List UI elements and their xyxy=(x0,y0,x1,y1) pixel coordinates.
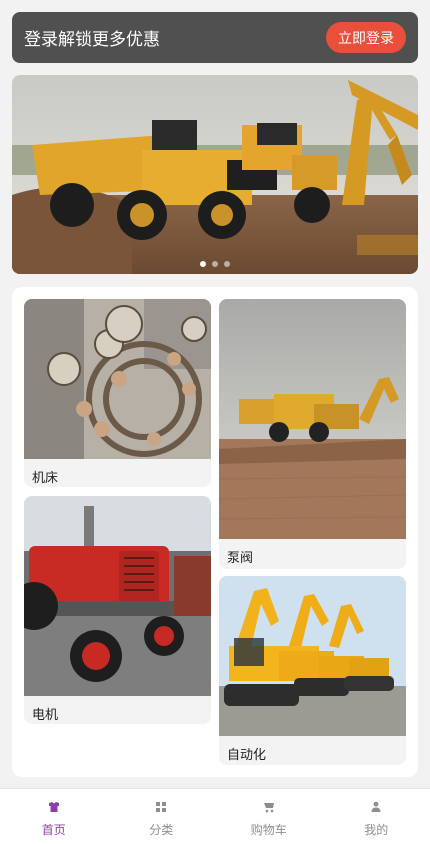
category-card-automation[interactable]: 自动化 xyxy=(219,576,406,765)
user-icon xyxy=(371,801,381,812)
pump-valve-image xyxy=(219,299,406,539)
category-label: 电机 xyxy=(32,708,59,723)
category-label: 自动化 xyxy=(227,748,267,763)
motor-image xyxy=(24,496,211,696)
login-banner: 登录解锁更多优惠 立即登录 xyxy=(12,12,418,63)
tab-mine[interactable]: 我的 xyxy=(323,789,430,844)
carousel-dot[interactable] xyxy=(224,261,230,267)
tab-label: 购物车 xyxy=(250,823,287,837)
tab-category[interactable]: 分类 xyxy=(108,789,216,844)
category-card-pump-valve[interactable]: 泵阀 xyxy=(219,299,406,569)
category-card-motor[interactable]: 电机 xyxy=(24,496,211,724)
carousel-indicator xyxy=(12,261,418,267)
carousel-dot[interactable] xyxy=(200,261,206,267)
carousel-image-excavators xyxy=(12,75,418,274)
category-label: 机床 xyxy=(32,471,59,486)
shirt-icon xyxy=(48,802,59,812)
category-label: 泵阀 xyxy=(227,551,254,566)
carousel-dot[interactable] xyxy=(212,261,218,267)
category-panel: 机床 泵阀 电机 自动化 xyxy=(12,287,418,777)
tab-cart[interactable]: 购物车 xyxy=(215,789,323,844)
login-prompt-text: 登录解锁更多优惠 xyxy=(24,30,160,50)
banner-carousel[interactable] xyxy=(12,75,418,274)
machine-tool-image xyxy=(24,299,211,459)
category-card-machine-tool[interactable]: 机床 xyxy=(24,299,211,487)
tab-home[interactable]: 首页 xyxy=(0,789,108,844)
tab-label: 分类 xyxy=(149,823,174,837)
tab-label: 首页 xyxy=(41,823,66,837)
tab-label: 我的 xyxy=(364,823,389,837)
automation-image xyxy=(219,576,406,736)
bottom-tab-bar: 首页 分类 购物车 我的 xyxy=(0,788,430,844)
grid-icon xyxy=(156,802,167,812)
login-button[interactable]: 立即登录 xyxy=(326,22,406,53)
cart-icon xyxy=(263,803,274,813)
